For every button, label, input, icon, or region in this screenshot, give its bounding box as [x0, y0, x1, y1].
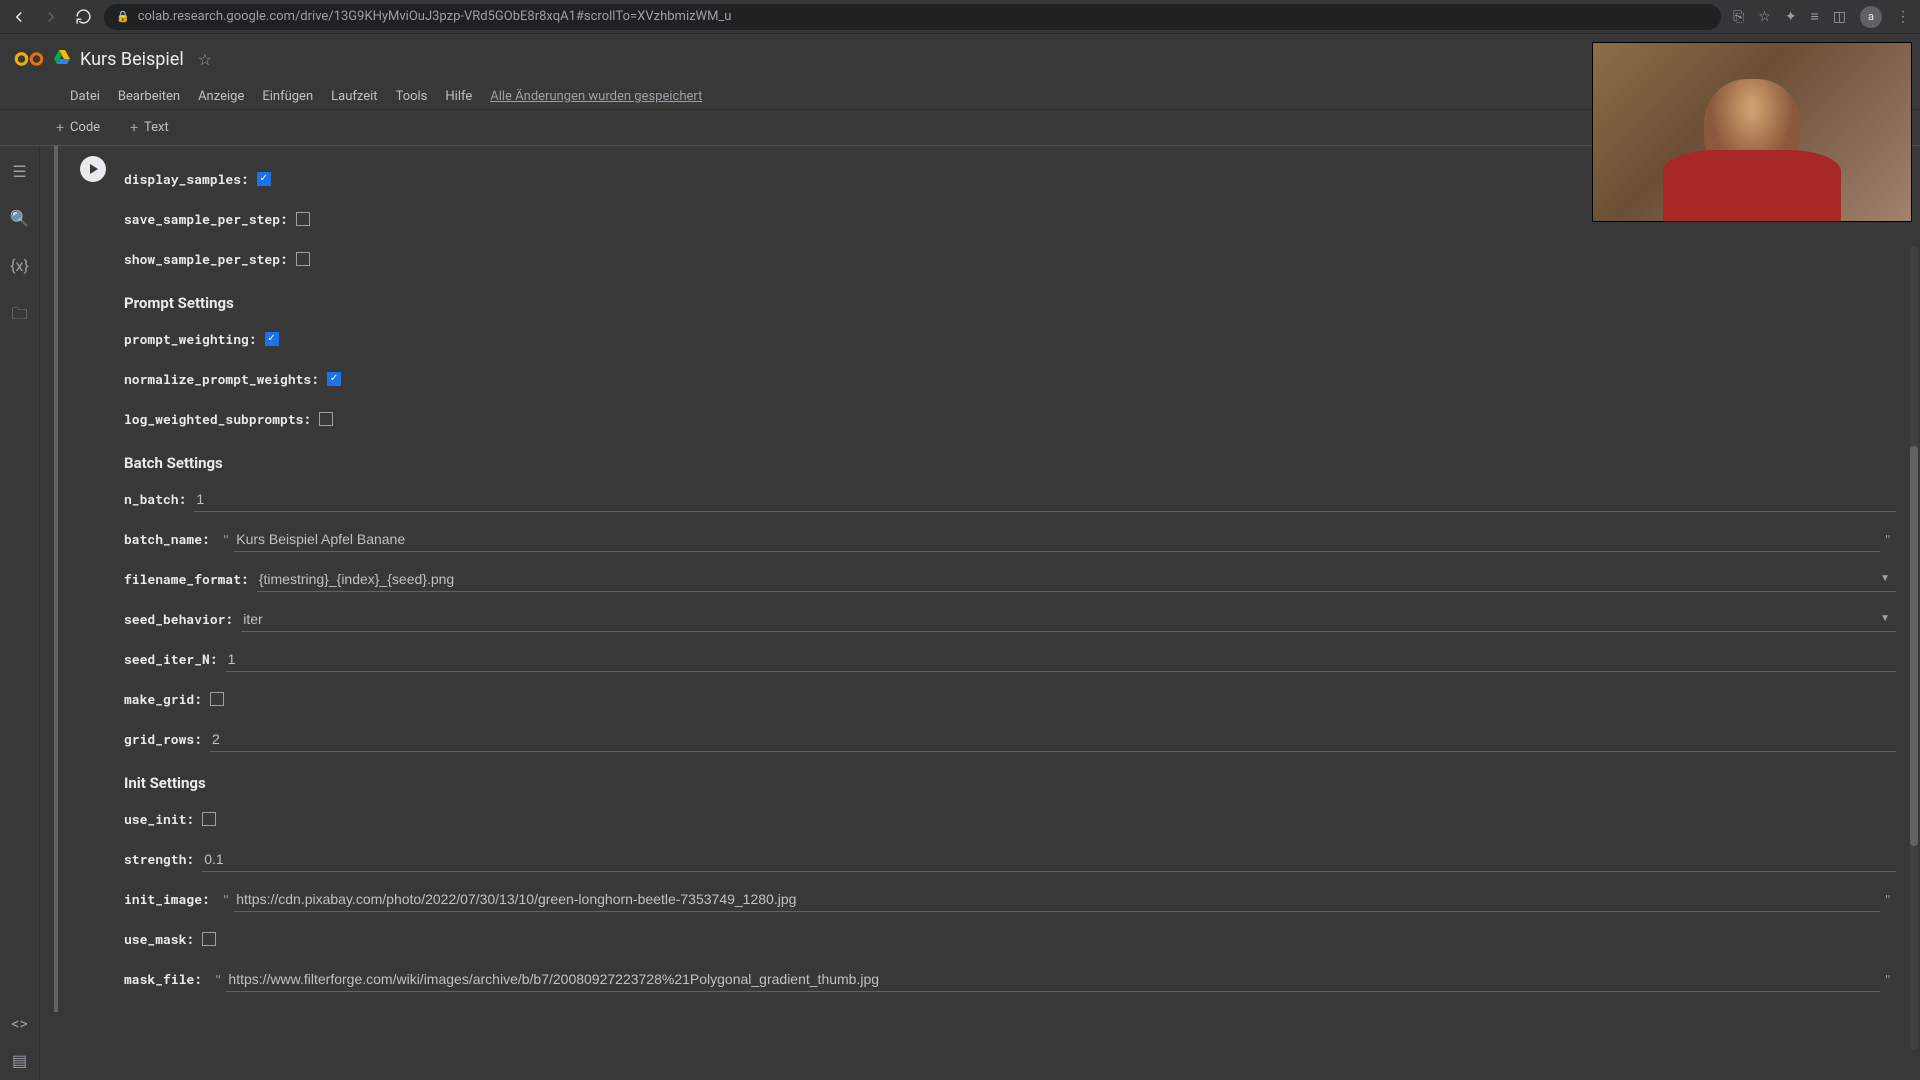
profile-avatar[interactable]: a — [1860, 6, 1882, 28]
run-button[interactable] — [80, 156, 106, 182]
menu-bearbeiten[interactable]: Bearbeiten — [118, 89, 180, 104]
strength-input[interactable] — [202, 847, 1896, 872]
log-weighted-subprompts-label: log_weighted_subprompts: — [124, 410, 311, 428]
install-icon[interactable]: ⎘ — [1733, 9, 1744, 25]
make-grid-label: make_grid: — [124, 690, 202, 708]
batch-name-label: batch_name: — [124, 530, 210, 548]
toc-icon[interactable]: ☰ — [10, 162, 30, 181]
log-weighted-subprompts-checkbox[interactable] — [319, 412, 333, 426]
menu-laufzeit[interactable]: Laufzeit — [331, 89, 377, 104]
filename-format-select[interactable] — [257, 567, 1874, 591]
close-quote: " — [1884, 890, 1892, 909]
close-quote: " — [1884, 530, 1892, 549]
n-batch-input[interactable] — [194, 487, 1896, 512]
open-quote: " — [222, 530, 230, 549]
chevron-down-icon[interactable]: ▼ — [1874, 613, 1896, 624]
variables-icon[interactable]: {x} — [10, 256, 30, 275]
use-init-checkbox[interactable] — [202, 812, 216, 826]
form-cell: display_samples: save_sample_per_step: s… — [54, 146, 1920, 1012]
lock-icon: 🔒 — [116, 10, 130, 23]
menu-hilfe[interactable]: Hilfe — [445, 89, 472, 104]
grid-rows-input[interactable] — [210, 727, 1896, 752]
open-quote: " — [214, 970, 222, 989]
normalize-prompt-weights-label: normalize_prompt_weights: — [124, 370, 319, 388]
menu-tools[interactable]: Tools — [396, 89, 428, 104]
mask-file-label: mask_file: — [124, 970, 202, 988]
extensions-icon[interactable]: ✦ — [1785, 9, 1797, 25]
batch-name-input[interactable] — [234, 527, 1879, 552]
close-quote: " — [1884, 970, 1892, 989]
back-icon[interactable] — [10, 8, 28, 26]
open-quote: " — [222, 890, 230, 909]
init-image-label: init_image: — [124, 890, 210, 908]
seed-behavior-select[interactable] — [241, 607, 1874, 631]
saved-status[interactable]: Alle Änderungen wurden gespeichert — [490, 89, 702, 104]
use-mask-label: use_mask: — [124, 930, 194, 948]
save-sample-per-step-checkbox[interactable] — [296, 212, 310, 226]
left-sidebar: ☰ 🔍 {x} 🗀 <> ▤ — [0, 146, 40, 1080]
menu-datei[interactable]: Datei — [70, 89, 100, 104]
prompt-weighting-label: prompt_weighting: — [124, 330, 257, 348]
search-icon[interactable]: 🔍 — [10, 209, 30, 228]
code-snippets-icon[interactable]: <> — [10, 1014, 30, 1033]
star-bookmark-icon[interactable]: ☆ — [1758, 9, 1771, 25]
mask-file-input[interactable] — [226, 967, 1879, 992]
webcam-overlay — [1592, 42, 1912, 222]
menu-einfuegen[interactable]: Einfügen — [262, 89, 313, 104]
show-sample-per-step-checkbox[interactable] — [296, 252, 310, 266]
prompt-settings-heading: Prompt Settings — [124, 294, 1896, 312]
n-batch-label: n_batch: — [124, 490, 186, 508]
reload-icon[interactable] — [74, 8, 92, 26]
seed-iter-n-input[interactable] — [226, 647, 1896, 672]
terminal-icon[interactable]: ▤ — [10, 1051, 30, 1070]
url-bar[interactable]: 🔒 colab.research.google.com/drive/13G9KH… — [104, 4, 1721, 30]
notebook-content[interactable]: ⌃ ⋮ display_samples: save_sample_per_ste… — [40, 146, 1920, 1080]
add-text-button[interactable]: + Text — [122, 116, 177, 140]
use-init-label: use_init: — [124, 810, 194, 828]
plus-icon: + — [56, 120, 64, 136]
plus-icon: + — [130, 120, 138, 136]
add-code-button[interactable]: + Code — [48, 116, 108, 140]
star-icon[interactable]: ☆ — [198, 50, 212, 69]
reading-list-icon[interactable]: ≡ — [1811, 8, 1819, 25]
document-title[interactable]: Kurs Beispiel — [80, 49, 184, 70]
init-settings-heading: Init Settings — [124, 774, 1896, 792]
files-icon[interactable]: 🗀 — [10, 303, 30, 330]
display-samples-label: display_samples: — [124, 170, 249, 188]
menu-anzeige[interactable]: Anzeige — [198, 89, 244, 104]
panel-icon[interactable]: ◫ — [1833, 9, 1846, 25]
url-text: colab.research.google.com/drive/13G9KHyM… — [138, 9, 732, 24]
forward-icon[interactable] — [42, 8, 60, 26]
make-grid-checkbox[interactable] — [210, 692, 224, 706]
chevron-down-icon[interactable]: ▼ — [1874, 573, 1896, 584]
browser-chrome-bar: 🔒 colab.research.google.com/drive/13G9KH… — [0, 0, 1920, 34]
filename-format-label: filename_format: — [124, 570, 249, 588]
grid-rows-label: grid_rows: — [124, 730, 202, 748]
display-samples-checkbox[interactable] — [257, 172, 271, 186]
drive-icon — [54, 50, 70, 68]
init-image-input[interactable] — [234, 887, 1879, 912]
seed-behavior-label: seed_behavior: — [124, 610, 233, 628]
normalize-prompt-weights-checkbox[interactable] — [327, 372, 341, 386]
prompt-weighting-checkbox[interactable] — [265, 332, 279, 346]
show-sample-per-step-label: show_sample_per_step: — [124, 250, 288, 268]
use-mask-checkbox[interactable] — [202, 932, 216, 946]
seed-iter-n-label: seed_iter_N: — [124, 650, 218, 668]
save-sample-per-step-label: save_sample_per_step: — [124, 210, 288, 228]
colab-logo-icon[interactable] — [14, 47, 44, 71]
browser-menu-icon[interactable]: ⋮ — [1896, 9, 1910, 25]
batch-settings-heading: Batch Settings — [124, 454, 1896, 472]
strength-label: strength: — [124, 850, 194, 868]
